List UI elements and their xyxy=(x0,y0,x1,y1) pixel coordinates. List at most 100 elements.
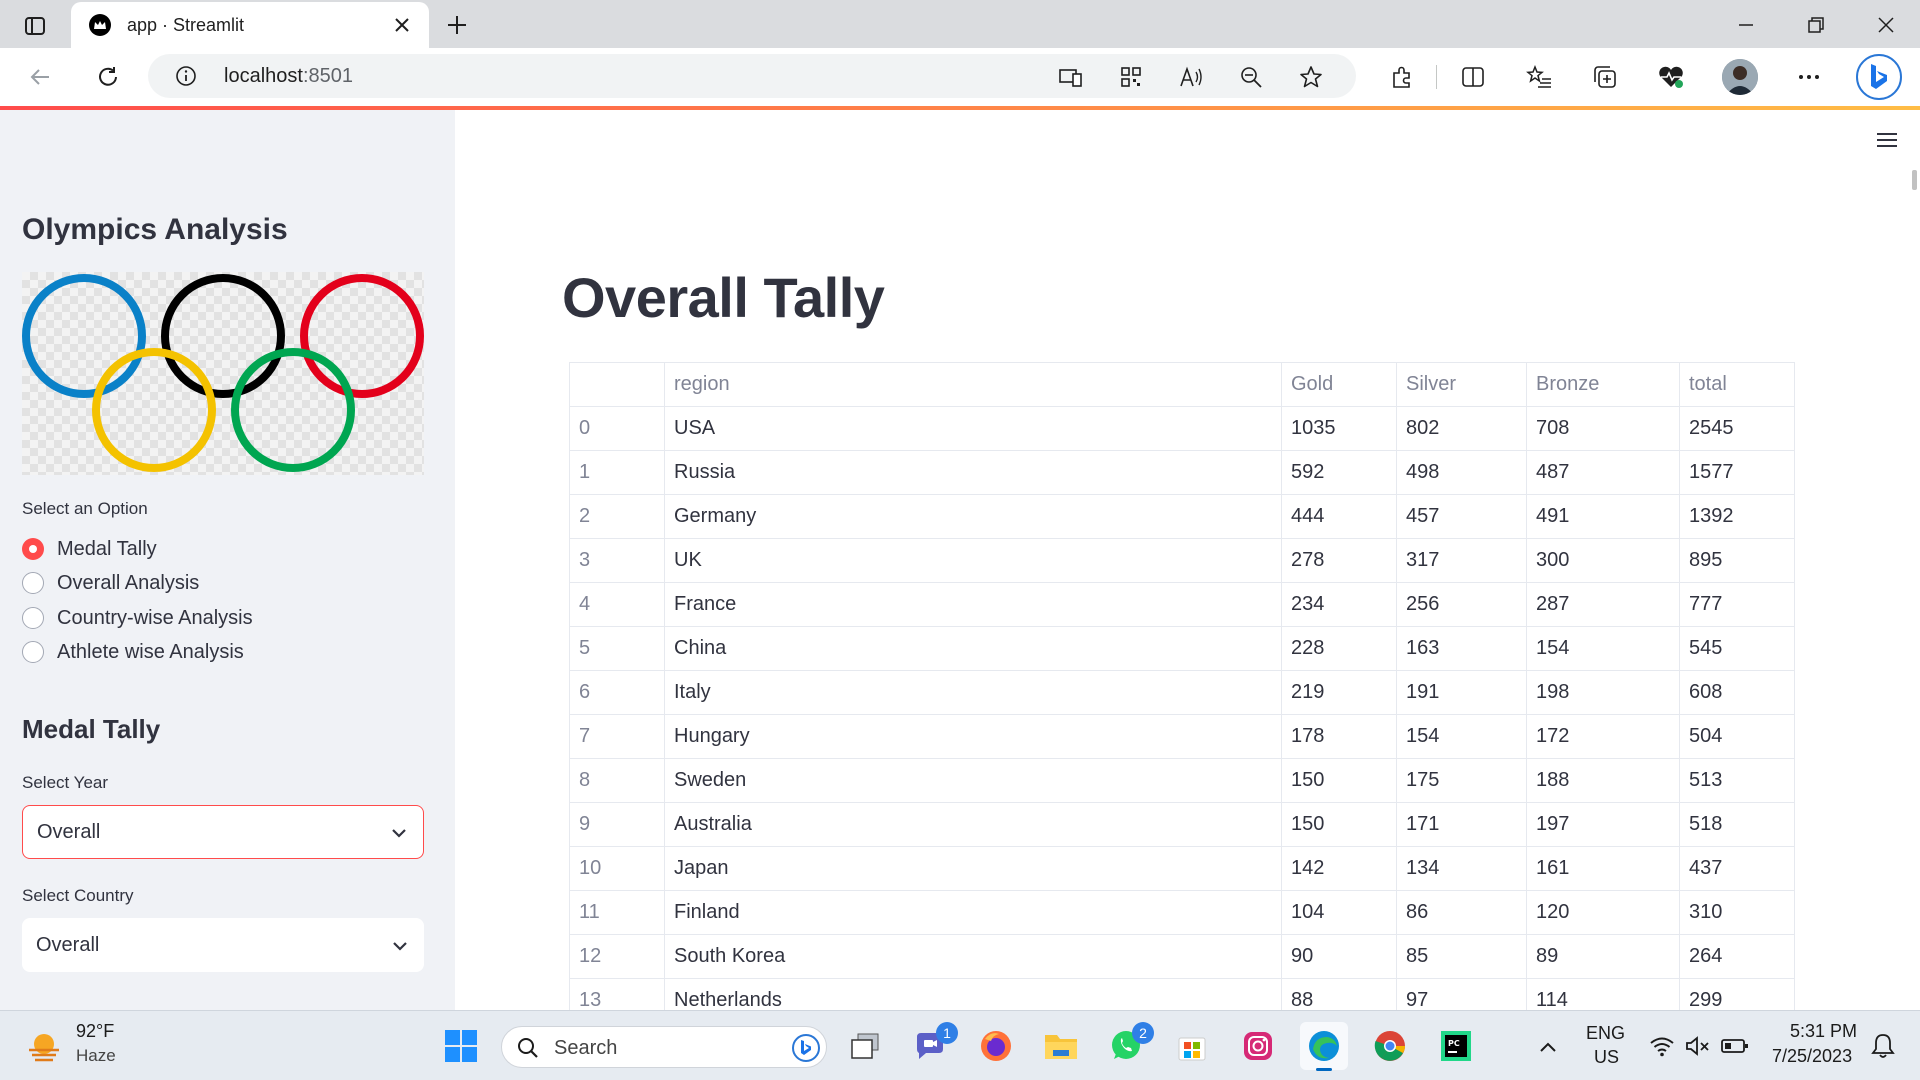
cell-gold[interactable]: 228 xyxy=(1281,626,1397,671)
microsoft-store-icon[interactable] xyxy=(1168,1022,1216,1070)
cell-gold[interactable]: 150 xyxy=(1281,758,1397,803)
cell-bronze[interactable]: 487 xyxy=(1526,450,1680,495)
cell-bronze[interactable]: 287 xyxy=(1526,582,1680,627)
language-bottom[interactable]: US xyxy=(1594,1047,1619,1068)
cell-total[interactable]: 1392 xyxy=(1679,494,1795,539)
pycharm-icon[interactable]: PC xyxy=(1432,1022,1480,1070)
cell-silver[interactable]: 163 xyxy=(1396,626,1527,671)
country-select[interactable]: Overall xyxy=(22,918,424,972)
cell-total[interactable]: 608 xyxy=(1679,670,1795,715)
cell-region[interactable]: Japan xyxy=(664,846,1282,891)
hamburger-menu-icon[interactable] xyxy=(1875,130,1905,160)
cell-gold[interactable]: 219 xyxy=(1281,670,1397,715)
favorite-star-icon[interactable] xyxy=(1298,64,1324,90)
clock-date[interactable]: 7/25/2023 xyxy=(1772,1046,1852,1067)
cell-gold[interactable]: 592 xyxy=(1281,450,1397,495)
cell-silver[interactable]: 154 xyxy=(1396,714,1527,759)
cell-total[interactable]: 777 xyxy=(1679,582,1795,627)
wifi-icon[interactable] xyxy=(1648,1033,1676,1059)
cell-bronze[interactable]: 708 xyxy=(1526,406,1680,451)
cell-region[interactable]: South Korea xyxy=(664,934,1282,979)
taskbar-search[interactable]: Search xyxy=(501,1026,827,1068)
cell-region[interactable]: Germany xyxy=(664,494,1282,539)
split-screen-icon[interactable] xyxy=(1457,61,1489,93)
whatsapp-icon[interactable]: 2 xyxy=(1102,1022,1154,1070)
cell-index[interactable]: 11 xyxy=(569,890,665,935)
cell-index[interactable]: 7 xyxy=(569,714,665,759)
bing-copilot-icon[interactable] xyxy=(1856,54,1902,100)
cell-gold[interactable]: 444 xyxy=(1281,494,1397,539)
cell-silver[interactable]: 134 xyxy=(1396,846,1527,891)
weather-desc[interactable]: Haze xyxy=(76,1046,116,1066)
chevron-up-icon[interactable] xyxy=(1534,1033,1562,1061)
cell-silver[interactable]: 191 xyxy=(1396,670,1527,715)
cell-gold[interactable]: 178 xyxy=(1281,714,1397,759)
cell-bronze[interactable]: 198 xyxy=(1526,670,1680,715)
column-header-total[interactable]: total xyxy=(1679,362,1795,407)
cell-total[interactable]: 513 xyxy=(1679,758,1795,803)
cell-bronze[interactable]: 161 xyxy=(1526,846,1680,891)
cell-bronze[interactable]: 300 xyxy=(1526,538,1680,583)
cell-gold[interactable]: 1035 xyxy=(1281,406,1397,451)
cell-index[interactable]: 8 xyxy=(569,758,665,803)
radio-athlete-wise-analysis[interactable]: Athlete wise Analysis xyxy=(22,637,244,667)
cell-silver[interactable]: 85 xyxy=(1396,934,1527,979)
cell-silver[interactable]: 171 xyxy=(1396,802,1527,847)
back-arrow-icon[interactable] xyxy=(24,61,56,93)
tab-actions-icon[interactable] xyxy=(20,11,50,41)
cell-index[interactable]: 0 xyxy=(569,406,665,451)
browser-essentials-icon[interactable] xyxy=(1655,61,1687,93)
cell-index[interactable]: 5 xyxy=(569,626,665,671)
browser-tab-active[interactable]: app · Streamlit xyxy=(71,2,429,48)
radio-overall-analysis[interactable]: Overall Analysis xyxy=(22,568,199,598)
radio-medal-tally[interactable]: Medal Tally xyxy=(22,534,157,564)
cell-region[interactable]: Finland xyxy=(664,890,1282,935)
radio-unselected-icon[interactable] xyxy=(22,641,44,663)
tab-close-icon[interactable] xyxy=(387,10,417,40)
cell-gold[interactable]: 104 xyxy=(1281,890,1397,935)
cell-gold[interactable]: 278 xyxy=(1281,538,1397,583)
cell-index[interactable]: 9 xyxy=(569,802,665,847)
cell-silver[interactable]: 175 xyxy=(1396,758,1527,803)
notification-bell-icon[interactable] xyxy=(1868,1031,1898,1061)
clock-time[interactable]: 5:31 PM xyxy=(1790,1021,1857,1042)
zoom-out-icon[interactable] xyxy=(1238,64,1264,90)
cell-bronze[interactable]: 491 xyxy=(1526,494,1680,539)
cell-bronze[interactable]: 120 xyxy=(1526,890,1680,935)
cell-index[interactable]: 1 xyxy=(569,450,665,495)
cell-total[interactable]: 310 xyxy=(1679,890,1795,935)
radio-selected-icon[interactable] xyxy=(22,538,44,560)
window-close-icon[interactable] xyxy=(1870,9,1902,41)
cell-silver[interactable]: 498 xyxy=(1396,450,1527,495)
teams-chat-icon[interactable]: 1 xyxy=(906,1022,958,1070)
cell-gold[interactable]: 142 xyxy=(1281,846,1397,891)
cell-bronze[interactable]: 89 xyxy=(1526,934,1680,979)
cell-region[interactable]: Italy xyxy=(664,670,1282,715)
extensions-icon[interactable] xyxy=(1386,61,1418,93)
cell-total[interactable]: 264 xyxy=(1679,934,1795,979)
new-tab-plus-icon[interactable] xyxy=(441,9,473,41)
cell-region[interactable]: Sweden xyxy=(664,758,1282,803)
file-explorer-icon[interactable] xyxy=(1037,1022,1085,1070)
radio-country-wise-analysis[interactable]: Country-wise Analysis xyxy=(22,603,253,633)
site-info-icon[interactable] xyxy=(174,64,198,88)
cell-bronze[interactable]: 197 xyxy=(1526,802,1680,847)
more-options-icon[interactable] xyxy=(1793,61,1825,93)
cell-bronze[interactable]: 172 xyxy=(1526,714,1680,759)
cell-silver[interactable]: 457 xyxy=(1396,494,1527,539)
edge-browser-icon[interactable] xyxy=(1300,1022,1348,1071)
language-top[interactable]: ENG xyxy=(1586,1023,1625,1044)
cell-region[interactable]: Russia xyxy=(664,450,1282,495)
cell-total[interactable]: 437 xyxy=(1679,846,1795,891)
task-view-icon[interactable] xyxy=(841,1022,889,1070)
weather-temp[interactable]: 92°F xyxy=(76,1021,114,1042)
qr-code-icon[interactable] xyxy=(1118,64,1144,90)
cell-total[interactable]: 2545 xyxy=(1679,406,1795,451)
cell-index[interactable]: 4 xyxy=(569,582,665,627)
column-header-silver[interactable]: Silver xyxy=(1396,362,1527,407)
column-header-index[interactable] xyxy=(569,362,665,407)
cell-silver[interactable]: 802 xyxy=(1396,406,1527,451)
cell-total[interactable]: 895 xyxy=(1679,538,1795,583)
volume-muted-icon[interactable] xyxy=(1684,1033,1712,1059)
cell-bronze[interactable]: 188 xyxy=(1526,758,1680,803)
